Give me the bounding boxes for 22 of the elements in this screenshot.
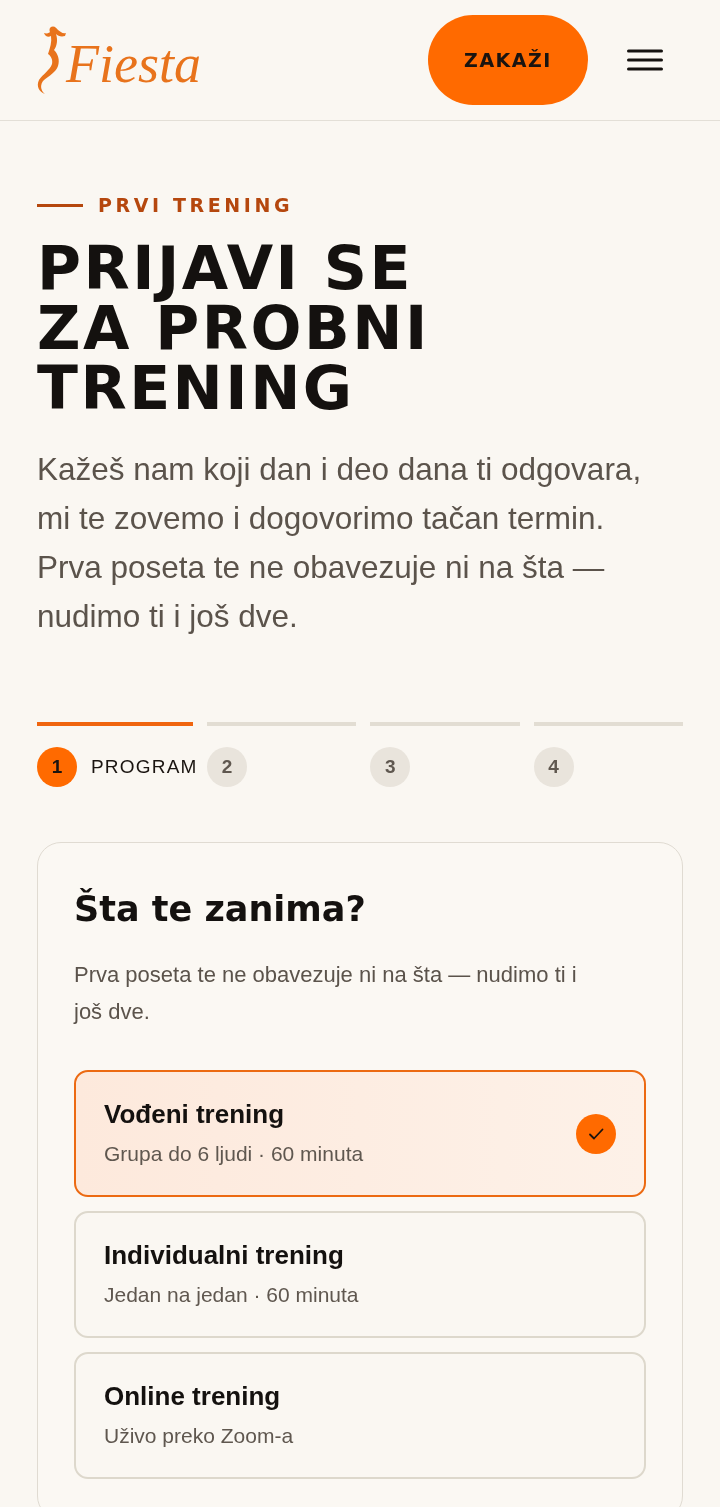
intro-paragraph: Kažeš nam koji dan i deo dana ti odgovara, mi te zovemo i dogovorimo tačan termin. Prva poseta te ne obavezuje ni na šta — nudimo ti i još dve. [37, 450, 643, 636]
option-title: Individualni trening [104, 1239, 345, 1271]
option-subtitle: Uživo preko Zoom-a [104, 1423, 294, 1449]
option-subtitle: Jedan na jedan · 60 minuta [104, 1282, 359, 1308]
card-subtitle: Prva poseta te ne obavezuje ni na šta — nudimo ti i još dve. [74, 961, 578, 1026]
step-number[interactable]: 1 [37, 747, 77, 787]
step-number[interactable]: 3 [370, 747, 411, 787]
program-option[interactable]: Vođeni trening Grupa do 6 ljudi · 60 minuta [74, 1070, 646, 1197]
step-number[interactable]: 2 [207, 747, 247, 787]
program-option[interactable]: Online trening Uživo preko Zoom-a [74, 1352, 646, 1479]
card-title: Šta te zanima? [74, 887, 367, 931]
option-subtitle: Grupa do 6 ljudi · 60 minuta [104, 1141, 364, 1167]
step-label: PROGRAM [91, 756, 198, 778]
step-number[interactable]: 4 [533, 747, 574, 787]
eyebrow-label: PRVI TRENING [98, 193, 294, 217]
menu-icon[interactable] [627, 49, 663, 71]
option-title: Online trening [104, 1380, 282, 1412]
program-option[interactable]: Individualni trening Jedan na jedan · 60 minuta [74, 1211, 646, 1338]
check-icon [576, 1113, 616, 1154]
book-button[interactable]: ZAKAŽI [428, 15, 588, 105]
option-title: Vođeni trening [104, 1098, 286, 1130]
page-heading: PRIJAVI SE ZA PROBNI TRENING [37, 238, 431, 418]
